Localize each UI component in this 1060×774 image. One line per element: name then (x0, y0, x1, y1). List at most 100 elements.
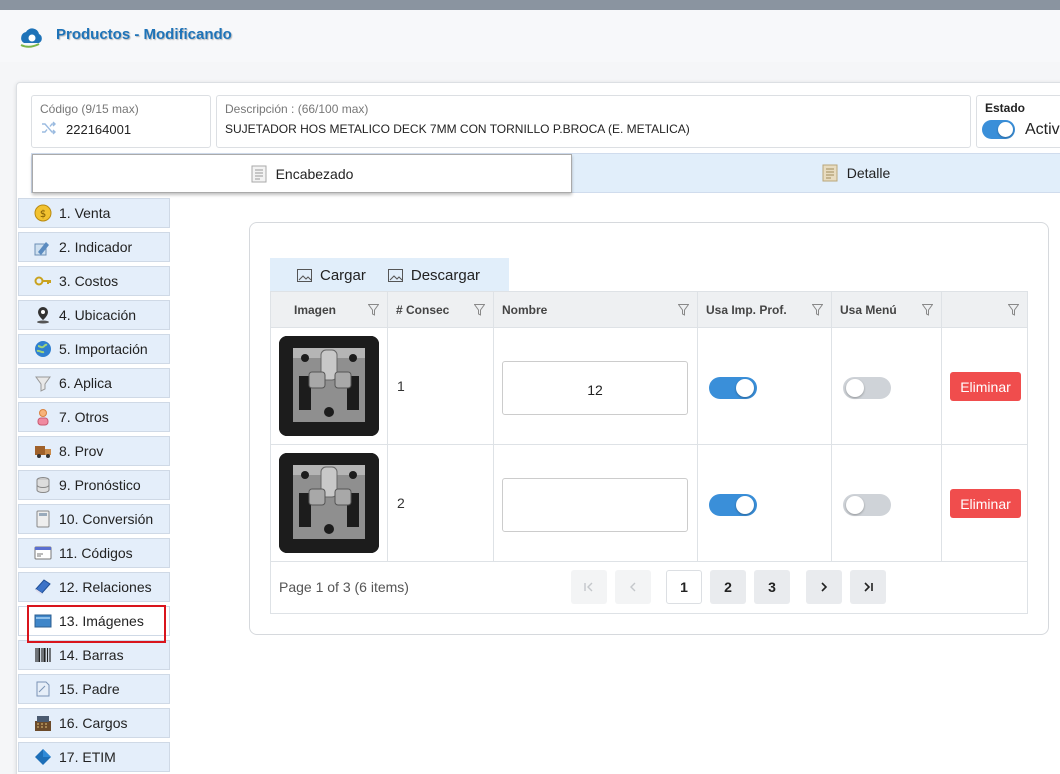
upload-button[interactable]: Cargar (297, 267, 366, 284)
chart-pencil-icon (34, 242, 49, 256)
grid-header: Imagen # Consec Nombre Usa Imp. Prof. Us… (271, 292, 1027, 328)
next-page-button[interactable] (806, 570, 842, 604)
code-label: Código (9/15 max) (40, 102, 139, 116)
column-header-actions[interactable] (942, 292, 1027, 328)
usa-menu-cell (832, 445, 942, 561)
truck-icon (35, 446, 51, 458)
toggle-knob (736, 379, 754, 397)
menu-item-imagenes[interactable]: 13. Imágenes (18, 606, 170, 636)
code-field[interactable]: Código (9/15 max) 222164001 (31, 95, 211, 148)
prev-page-button[interactable] (615, 570, 651, 604)
menu-item-ubicacion[interactable]: 4. Ubicación (18, 300, 170, 330)
image-icon (387, 268, 403, 282)
document-icon (822, 164, 838, 182)
menu-item-padre[interactable]: 15. Padre (18, 674, 170, 704)
filter-icon[interactable] (812, 304, 823, 316)
page-button-1[interactable]: 1 (666, 570, 702, 604)
chevron-left-icon (630, 582, 636, 592)
filter-icon[interactable] (922, 304, 933, 316)
filter-icon[interactable] (1008, 304, 1019, 316)
state-label: Estado (985, 101, 1026, 115)
name-cell: 12 (494, 328, 698, 444)
tab-detalle[interactable]: Detalle (572, 154, 1060, 192)
usa-imp-prof-cell (698, 328, 832, 444)
usa-menu-toggle[interactable] (843, 377, 891, 399)
register-icon (35, 716, 51, 731)
form-tabs: Encabezado Detalle (31, 153, 1060, 193)
chevron-right-icon (821, 582, 828, 592)
actions-cell: Eliminar (942, 328, 1027, 444)
filter-icon[interactable] (678, 304, 689, 316)
book-icon (35, 579, 51, 595)
menu-item-venta[interactable]: $ 1. Venta (18, 198, 170, 228)
description-label: Descripción : (66/100 max) (225, 102, 369, 116)
keys-icon (34, 276, 51, 286)
column-header-usa-imp-prof[interactable]: Usa Imp. Prof. (698, 292, 832, 328)
toggle-knob (846, 496, 864, 514)
filter-icon[interactable] (368, 304, 379, 316)
column-header-usa-menu[interactable]: Usa Menú (832, 292, 942, 328)
menu-item-aplica[interactable]: 6. Aplica (18, 368, 170, 398)
page-button-2[interactable]: 2 (710, 570, 746, 604)
menu-item-codigos[interactable]: 11. Códigos (18, 538, 170, 568)
tab-label: Encabezado (275, 165, 354, 182)
menu-item-otros[interactable]: 7. Otros (18, 402, 170, 432)
document-icon (251, 165, 267, 182)
pager: Page 1 of 3 (6 items) 1 2 3 (271, 562, 1027, 613)
delete-button[interactable]: Eliminar (950, 489, 1021, 518)
images-toolbar: Cargar Descargar (270, 258, 509, 292)
usa-imp-prof-toggle[interactable] (709, 494, 757, 516)
table-row: 2 Eliminar (271, 445, 1027, 562)
column-header-imagen[interactable]: Imagen (271, 292, 388, 328)
usa-imp-prof-toggle[interactable] (709, 377, 757, 399)
shuffle-icon[interactable] (41, 120, 57, 136)
menu-item-cargos[interactable]: 16. Cargos (18, 708, 170, 738)
calculator-icon (36, 510, 50, 528)
actions-cell: Eliminar (942, 445, 1027, 561)
card-icon (34, 546, 52, 560)
bracket-photo-icon (279, 336, 379, 436)
menu-item-prov[interactable]: 8. Prov (18, 436, 170, 466)
name-cell (494, 445, 698, 561)
delete-button[interactable]: Eliminar (950, 372, 1021, 401)
consec-cell: 2 (388, 445, 494, 561)
barcode-icon (35, 648, 51, 662)
last-page-button[interactable] (850, 570, 886, 604)
product-thumbnail[interactable] (279, 453, 379, 553)
code-value: 222164001 (66, 122, 132, 137)
menu-item-relaciones[interactable]: 12. Relaciones (18, 572, 170, 602)
menu-item-pronostico[interactable]: 9. Pronóstico (18, 470, 170, 500)
title-bar: Productos - Modificando (0, 10, 1060, 62)
menu-item-etim[interactable]: 17. ETIM (18, 742, 170, 772)
diamond-icon (35, 749, 51, 765)
last-page-icon (864, 582, 873, 592)
menu-item-importacion[interactable]: 5. Importación (18, 334, 170, 364)
consec-cell: 1 (388, 328, 494, 444)
page-button-3[interactable]: 3 (754, 570, 790, 604)
name-input[interactable]: 12 (502, 361, 688, 415)
menu-item-indicador[interactable]: 2. Indicador (18, 232, 170, 262)
product-thumbnail[interactable] (279, 336, 379, 436)
menu-item-barras[interactable]: 14. Barras (18, 640, 170, 670)
location-pin-icon (37, 307, 49, 324)
person-icon (37, 409, 49, 426)
database-icon (36, 477, 50, 494)
menu-item-conversion[interactable]: 10. Conversión (18, 504, 170, 534)
toggle-knob (998, 122, 1013, 137)
usa-imp-prof-cell (698, 445, 832, 561)
download-button[interactable]: Descargar (387, 267, 480, 284)
image-cell (271, 445, 388, 561)
state-toggle[interactable] (982, 120, 1015, 139)
description-field[interactable]: Descripción : (66/100 max) SUJETADOR HOS… (216, 95, 971, 148)
tab-encabezado[interactable]: Encabezado (32, 154, 572, 193)
picture-icon (34, 614, 52, 628)
column-header-nombre[interactable]: Nombre (494, 292, 698, 328)
bracket-photo-icon (279, 453, 379, 553)
name-input[interactable] (502, 478, 688, 532)
column-header-consec[interactable]: # Consec (388, 292, 494, 328)
filter-icon[interactable] (474, 304, 485, 316)
usa-menu-toggle[interactable] (843, 494, 891, 516)
first-page-button[interactable] (571, 570, 607, 604)
menu-item-costos[interactable]: 3. Costos (18, 266, 170, 296)
pager-info: Page 1 of 3 (6 items) (279, 579, 409, 595)
